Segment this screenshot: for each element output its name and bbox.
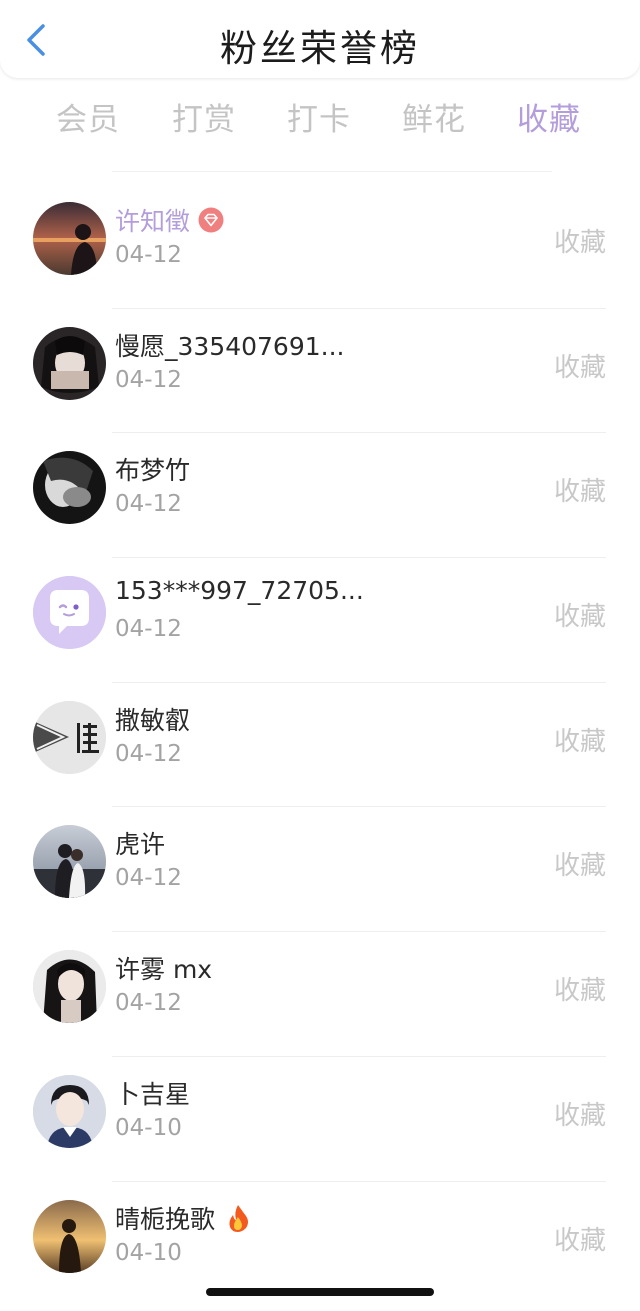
list-item[interactable]: 布梦竹 04-12 收藏	[0, 433, 640, 559]
fan-name: 虎许	[115, 825, 165, 861]
action-label: 收藏	[553, 1225, 606, 1256]
list-item[interactable]: 虎许 04-12 收藏	[0, 807, 640, 933]
list-item[interactable]: 153***997_72705... 04-12 收藏	[0, 558, 640, 683]
fan-name-text: 许雾 mx	[115, 955, 213, 985]
action-label: 收藏	[553, 352, 606, 383]
tab-members[interactable]: 会员	[48, 94, 128, 139]
action-label: 收藏	[553, 976, 606, 1007]
divider	[112, 171, 552, 172]
fan-name: 慢愿_335407691...	[115, 327, 345, 363]
fan-date: 04-12	[115, 242, 182, 268]
list-item[interactable]: 卜吉星 04-10 收藏	[0, 1057, 640, 1182]
fan-name-text: 153***997_72705...	[115, 576, 364, 606]
fan-date: 04-10	[115, 1239, 182, 1266]
tab-tips[interactable]: 打赏	[164, 94, 244, 139]
list-item[interactable]: 许知徵 04-12 收藏	[0, 184, 640, 309]
home-indicator	[206, 1288, 434, 1296]
avatar	[33, 451, 106, 525]
avatar	[33, 202, 106, 275]
avatar	[33, 326, 106, 400]
action-label: 收藏	[553, 477, 606, 508]
action-label: 收藏	[553, 726, 606, 757]
fan-name: 许知徵	[115, 202, 224, 238]
fan-name: 153***997_72705...	[115, 576, 364, 605]
fan-name: 许雾 mx	[115, 950, 212, 986]
fan-name-text: 慢愿_335407691...	[115, 331, 345, 361]
avatar	[33, 825, 106, 899]
avatar	[33, 576, 106, 650]
action-label: 收藏	[553, 851, 606, 882]
fan-date: 04-12	[115, 491, 182, 518]
header-bar: 粉丝荣誉榜	[0, 0, 640, 78]
fan-name-text: 撒敏叡	[115, 705, 191, 735]
fan-date: 04-10	[115, 1114, 182, 1141]
fan-name-text: 许知徵	[115, 207, 191, 236]
list-item[interactable]: 许雾 mx 04-12 收藏	[0, 932, 640, 1057]
fan-name: 布梦竹	[115, 451, 190, 487]
avatar	[33, 700, 106, 774]
avatar	[33, 950, 106, 1024]
action-label: 收藏	[553, 602, 606, 633]
fan-name-text: 卜吉星	[115, 1079, 191, 1109]
default-avatar-icon	[33, 576, 106, 650]
tab-flowers[interactable]: 鲜花	[394, 94, 474, 139]
list-item[interactable]: 撒敏叡 04-12 收藏	[0, 683, 640, 808]
fan-name: 卜吉星	[115, 1075, 190, 1111]
avatar	[33, 1074, 106, 1148]
action-label: 收藏	[553, 1100, 606, 1131]
page-title: 粉丝荣誉榜	[220, 27, 420, 70]
diamond-badge-icon	[198, 207, 224, 233]
fan-date: 04-12	[115, 616, 182, 643]
fan-date: 04-12	[115, 865, 182, 892]
fan-list: 许知徵 04-12 收藏 慢愿_335407691... 04-12 收藏 布梦…	[0, 184, 640, 1306]
fan-name: 晴栀挽歌	[115, 1200, 253, 1236]
fan-name-text: 虎许	[115, 830, 166, 860]
fan-date: 04-12	[115, 990, 182, 1017]
tab-bar: 会员 打赏 打卡 鲜花 收藏	[0, 94, 640, 138]
fan-name: 撒敏叡	[115, 701, 190, 737]
fire-emoji-icon	[229, 1204, 249, 1232]
fan-date: 04-12	[115, 740, 182, 767]
tab-checkin[interactable]: 打卡	[279, 94, 359, 139]
avatar	[33, 1199, 106, 1273]
action-label: 收藏	[553, 228, 606, 258]
tab-favorites[interactable]: 收藏	[509, 94, 589, 139]
fan-name-text: 布梦竹	[115, 456, 191, 486]
fan-name-text: 晴栀挽歌	[115, 1204, 216, 1234]
list-item[interactable]: 慢愿_335407691... 04-12 收藏	[0, 309, 640, 434]
fan-date: 04-12	[115, 366, 182, 393]
